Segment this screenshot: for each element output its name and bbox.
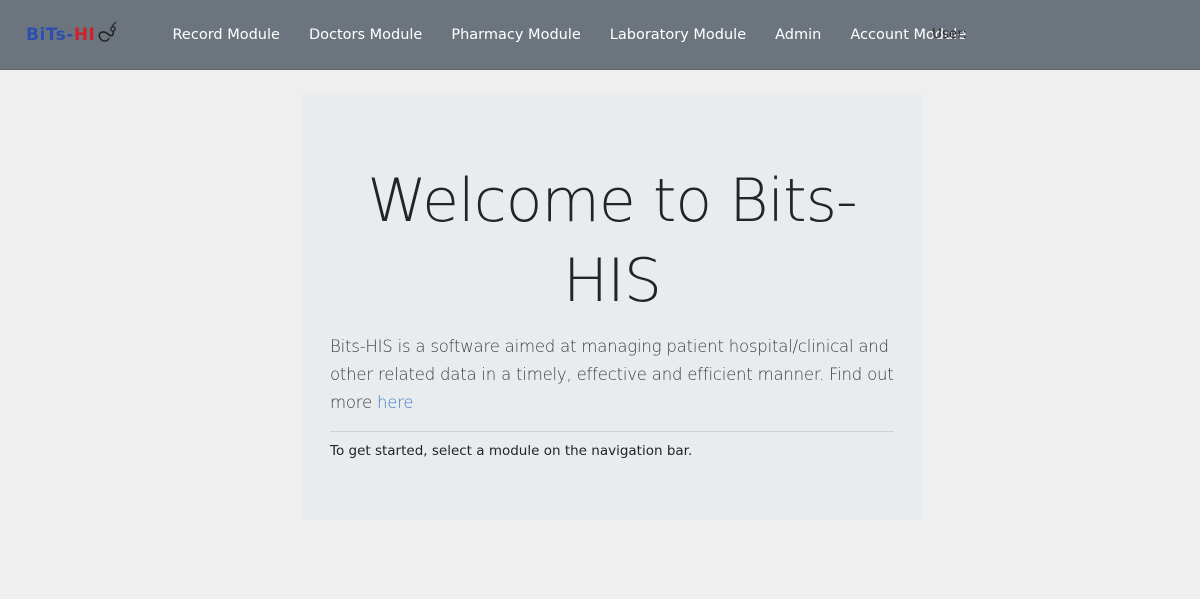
nav-record-module[interactable]: Record Module: [158, 27, 294, 43]
nav-laboratory-module[interactable]: Laboratory Module: [595, 27, 760, 43]
find-out-more-link[interactable]: here: [377, 393, 414, 412]
user-label: User:: [932, 26, 968, 42]
nav-doctors-module[interactable]: Doctors Module: [294, 27, 436, 43]
top-navbar: BiTs-HI Record Module Doctors Module Pha…: [0, 0, 1200, 70]
brand-text: BiTs-HI: [26, 25, 95, 45]
welcome-panel: Welcome to Bits-HIS Bits-HIS is a softwa…: [302, 93, 922, 520]
getting-started-note: To get started, select a module on the n…: [330, 443, 693, 459]
divider: [330, 431, 894, 432]
intro-paragraph: Bits-HIS is a software aimed at managing…: [330, 333, 894, 417]
brand-logo[interactable]: BiTs-HI: [26, 18, 118, 52]
nav-admin[interactable]: Admin: [761, 27, 836, 43]
brand-text-dash: -: [66, 25, 74, 45]
nav-links: Record Module Doctors Module Pharmacy Mo…: [158, 0, 981, 70]
brand-text-hi: HI: [73, 25, 96, 45]
brand-text-bits: BiTs: [26, 25, 67, 45]
stethoscope-icon: [98, 21, 117, 42]
page-title: Welcome to Bits-HIS: [367, 166, 857, 316]
nav-pharmacy-module[interactable]: Pharmacy Module: [437, 27, 595, 43]
intro-text: Bits-HIS is a software aimed at managing…: [330, 337, 894, 412]
